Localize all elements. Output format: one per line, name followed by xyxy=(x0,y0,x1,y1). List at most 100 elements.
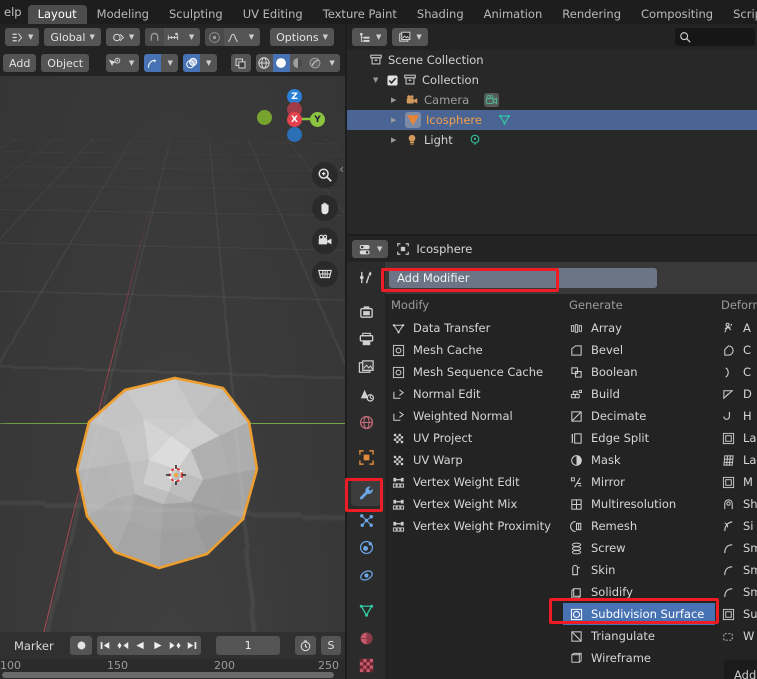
properties-tab-render[interactable] xyxy=(351,299,381,326)
jump-next-keyframe-icon[interactable] xyxy=(166,636,183,655)
workspace-tab-sculpting[interactable]: Sculpting xyxy=(159,5,233,24)
magnet-icon[interactable] xyxy=(145,28,164,46)
menu-item-edge-split[interactable]: Edge Split xyxy=(563,427,715,449)
workspace-tab-animation[interactable]: Animation xyxy=(474,5,553,24)
overlays-icon[interactable] xyxy=(183,54,200,72)
menu-item-surface-deform[interactable]: Su xyxy=(715,603,757,625)
outliner-row-collection[interactable]: ▼ Collection xyxy=(347,70,757,90)
play-reverse-icon[interactable] xyxy=(132,636,149,655)
menu-item-boolean[interactable]: Boolean xyxy=(563,361,715,383)
menu-item-curve[interactable]: C xyxy=(715,361,757,383)
workspace-tab-modeling[interactable]: Modeling xyxy=(87,5,159,24)
properties-tab-output[interactable] xyxy=(351,327,381,354)
menu-item-mesh-sequence-cache[interactable]: Mesh Sequence Cache xyxy=(385,361,561,383)
menu-item-skin[interactable]: Skin xyxy=(563,559,715,581)
menu-item-shrinkwrap[interactable]: Sh xyxy=(715,493,757,515)
menu-item-hook[interactable]: H xyxy=(715,405,757,427)
shading-chevron-down-icon[interactable]: ▼ xyxy=(323,54,340,72)
menu-item-simple-deform[interactable]: Si xyxy=(715,515,757,537)
properties-editor[interactable]: ▼ Icosphere Add Modifier Modify Data Tran… xyxy=(347,236,757,679)
properties-tab-view-layer[interactable] xyxy=(351,354,381,381)
menu-item-mirror[interactable]: Mirror xyxy=(563,471,715,493)
menu-item-wireframe[interactable]: Wireframe xyxy=(563,647,715,669)
outliner-row-icosphere[interactable]: ▶ Icosphere xyxy=(347,110,757,130)
transform-orientation-dropdown[interactable]: Global ▼ xyxy=(44,28,101,46)
light-data-icon[interactable] xyxy=(468,133,482,147)
mesh-data-icon[interactable] xyxy=(497,113,512,127)
menu-object[interactable]: Object xyxy=(41,54,90,72)
chevron-right-icon[interactable]: ▶ xyxy=(391,96,400,104)
menu-item-bevel[interactable]: Bevel xyxy=(563,339,715,361)
menu-item-lattice[interactable]: La xyxy=(715,449,757,471)
falloff-smooth-icon[interactable] xyxy=(224,28,242,46)
properties-tab-material[interactable] xyxy=(351,625,381,652)
menu-item-vertex-weight-edit[interactable]: Vertex Weight Edit xyxy=(385,471,561,493)
menu-item-subdivision-surface[interactable]: Subdivision Surface xyxy=(563,603,715,625)
menu-item-laplacian-deform[interactable]: La xyxy=(715,427,757,449)
menu-item-displace[interactable]: D xyxy=(715,383,757,405)
gizmo-axis-x[interactable]: X xyxy=(287,112,302,127)
menu-item-vertex-weight-mix[interactable]: Vertex Weight Mix xyxy=(385,493,561,515)
timeline-scrollbar[interactable] xyxy=(2,672,334,678)
properties-tab-object-data[interactable] xyxy=(351,597,381,624)
timeline-ruler[interactable]: 100 150 200 250 xyxy=(0,659,345,679)
timeline-overflow[interactable]: S xyxy=(320,636,341,655)
viewport-options-dropdown[interactable]: Options ▼ xyxy=(270,28,334,46)
auto-keying-icon[interactable] xyxy=(294,636,316,655)
rendered-icon[interactable] xyxy=(306,54,323,72)
workspace-tab-layout[interactable]: Layout xyxy=(27,5,87,24)
outliner-editor[interactable]: ▼ ▼ Scene Collection ▼ Collection ▶ Camera ▶ I… xyxy=(347,24,757,234)
properties-tab-world[interactable] xyxy=(351,409,381,436)
menu-item-solidify[interactable]: Solidify xyxy=(563,581,715,603)
snap-increment-icon[interactable] xyxy=(164,28,182,46)
properties-tab-particles[interactable] xyxy=(351,507,381,534)
zoom-icon[interactable] xyxy=(312,162,338,188)
editor-type-icon[interactable]: ▼ xyxy=(5,28,40,46)
outliner-row-light[interactable]: ▶ Light xyxy=(347,130,757,150)
menu-item-multiresolution[interactable]: Multiresolution xyxy=(563,493,715,515)
menu-item-uv-project[interactable]: UV Project xyxy=(385,427,561,449)
properties-tab-modifiers[interactable] xyxy=(351,479,381,507)
menu-item-smooth-corrective[interactable]: Sm xyxy=(715,559,757,581)
outliner-row-scene-collection[interactable]: Scene Collection xyxy=(347,50,757,70)
navigation-gizmo[interactable]: Z Y X xyxy=(257,86,327,152)
overlays-chevron-down-icon[interactable]: ▼ xyxy=(200,54,217,72)
workspace-tab-rendering[interactable]: Rendering xyxy=(552,5,631,24)
snap-target-icon[interactable]: ▼ xyxy=(105,28,141,46)
current-frame-field[interactable]: 1 xyxy=(215,636,281,655)
menu-item-build[interactable]: Build xyxy=(563,383,715,405)
properties-tab-physics[interactable] xyxy=(351,535,381,562)
properties-tab-tool[interactable] xyxy=(351,264,381,291)
menu-item-triangulate[interactable]: Triangulate xyxy=(563,625,715,647)
gizmo-chevron-down-icon[interactable]: ▼ xyxy=(161,54,178,72)
gizmo-group[interactable]: ▼ xyxy=(144,54,179,72)
menu-item-weighted-normal[interactable]: Weighted Normal xyxy=(385,405,561,427)
menu-help-partial[interactable]: elp xyxy=(0,5,28,24)
menu-item-screw[interactable]: Screw xyxy=(563,537,715,559)
menu-item-mesh-cache[interactable]: Mesh Cache xyxy=(385,339,561,361)
properties-tab-constraints[interactable] xyxy=(351,562,381,589)
playback-controls[interactable] xyxy=(96,636,201,655)
snap-chevron-down-icon[interactable]: ▼ xyxy=(182,28,200,46)
add-modifier-button[interactable]: Add Modifier xyxy=(389,268,657,288)
jump-prev-keyframe-icon[interactable] xyxy=(114,636,131,655)
workspace-tab-compositing[interactable]: Compositing xyxy=(631,5,723,24)
workspace-tab-shading[interactable]: Shading xyxy=(407,5,474,24)
proportional-edit-icon[interactable] xyxy=(205,28,224,46)
toggle-perspective-icon[interactable] xyxy=(312,261,338,287)
gizmo-axis-neg-y[interactable] xyxy=(257,110,272,125)
play-icon[interactable] xyxy=(149,636,166,655)
collapse-sidebar-icon[interactable]: ‹ xyxy=(339,162,344,176)
menu-item-armature[interactable]: A xyxy=(715,317,757,339)
menu-item-array[interactable]: Array xyxy=(563,317,715,339)
workspace-tab-texture-paint[interactable]: Texture Paint xyxy=(313,5,407,24)
camera-view-icon[interactable] xyxy=(312,228,338,254)
gizmo-axis-y[interactable]: Y xyxy=(310,112,325,127)
outliner-row-camera[interactable]: ▶ Camera xyxy=(347,90,757,110)
material-preview-icon[interactable] xyxy=(290,54,307,72)
menu-item-smooth-laplacian[interactable]: Sm xyxy=(715,581,757,603)
chevron-right-icon[interactable]: ▶ xyxy=(391,136,400,144)
proportional-edit-group[interactable]: ▼ xyxy=(205,28,261,46)
menu-item-mask[interactable]: Mask xyxy=(563,449,715,471)
3d-viewport[interactable]: ▼ Global ▼ ▼ ▼ ▼ Options ▼ Add Object ▼ … xyxy=(0,24,345,632)
